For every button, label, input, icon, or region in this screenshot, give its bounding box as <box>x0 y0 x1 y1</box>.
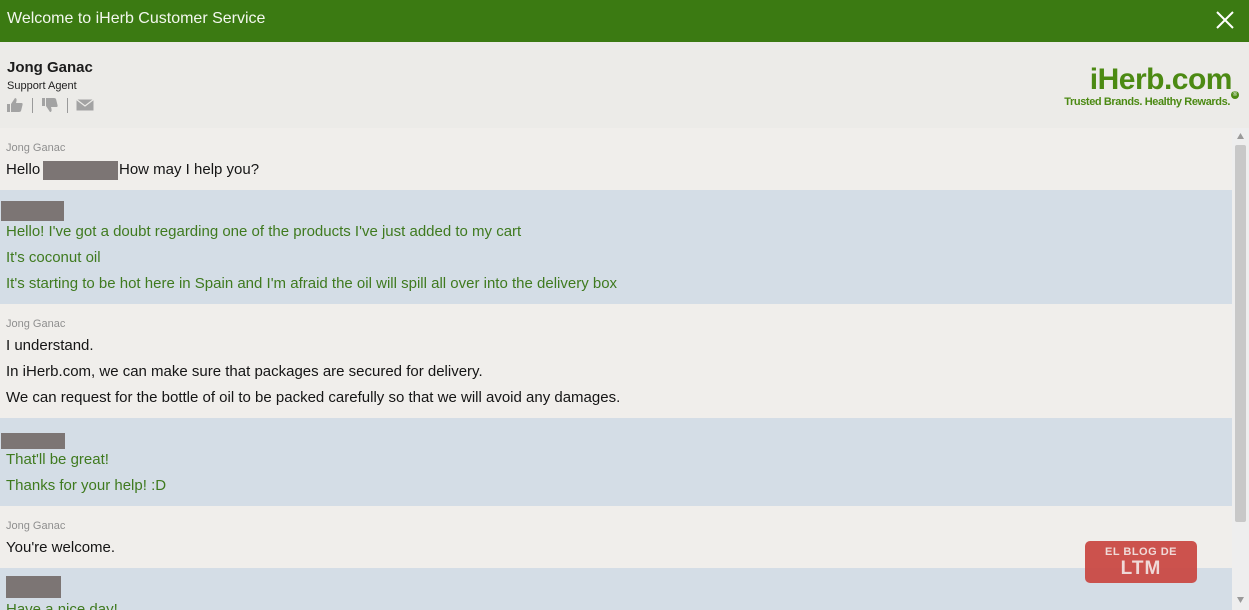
title-bar: Welcome to iHerb Customer Service <box>0 0 1249 42</box>
blog-watermark: EL BLOG DE LTM <box>1085 541 1197 583</box>
message-line: How may I help you? <box>119 161 260 178</box>
watermark-line1: EL BLOG DE <box>1104 546 1178 558</box>
message-line: Have a nice day! <box>6 601 118 610</box>
message-line: In iHerb.com, we can make sure that pack… <box>6 363 483 380</box>
divider <box>67 97 68 113</box>
redacted-sender <box>6 576 61 598</box>
sender-name: Jong Ganac <box>6 142 66 154</box>
registered-mark: ® <box>1231 91 1239 99</box>
agent-role: Support Agent <box>7 80 77 92</box>
logo-tagline: Trusted Brands. Healthy Rewards. <box>1064 96 1230 108</box>
redacted-name <box>43 161 118 180</box>
message-line: We can request for the bottle of oil to … <box>6 389 621 406</box>
chat-scrollbar[interactable] <box>1232 128 1249 610</box>
thumbs-down-icon[interactable] <box>41 97 59 113</box>
message-line: Hello <box>6 161 41 178</box>
scrollbar-thumb[interactable] <box>1235 145 1246 522</box>
close-icon[interactable] <box>1213 8 1237 32</box>
sender-name: Jong Ganac <box>6 318 66 330</box>
message-line: It's coconut oil <box>6 249 101 266</box>
agent-message: Jong Ganac You're welcome. <box>0 506 1232 568</box>
thumbs-up-icon[interactable] <box>6 97 24 113</box>
message-line: Hello! I've got a doubt regarding one of… <box>6 223 522 240</box>
agent-message: Jong Ganac I understand. In iHerb.com, w… <box>0 304 1232 418</box>
agent-name: Jong Ganac <box>7 59 93 76</box>
agent-header: Jong Ganac Support Agent iHerb.com ® Tru… <box>0 42 1249 128</box>
message-line: It's starting to be hot here in Spain an… <box>6 275 618 292</box>
message-line: I understand. <box>6 337 94 354</box>
customer-message: Hello! I've got a doubt regarding one of… <box>0 190 1232 304</box>
scroll-down-arrow-icon[interactable] <box>1236 596 1245 604</box>
redacted-sender <box>1 201 64 221</box>
window-title: Welcome to iHerb Customer Service <box>7 10 266 27</box>
sender-name: Jong Ganac <box>6 520 66 532</box>
agent-message: Jong Ganac Hello How may I help you? <box>0 128 1232 190</box>
message-line: That'll be great! <box>6 451 109 468</box>
customer-message: That'll be great! Thanks for your help! … <box>0 418 1232 506</box>
agent-rating-actions <box>6 97 94 113</box>
watermark-line2: LTM <box>1120 558 1162 579</box>
scroll-up-arrow-icon[interactable] <box>1236 132 1245 140</box>
customer-message: Have a nice day! <box>0 568 1232 610</box>
iherb-logo: iHerb.com ® Trusted Brands. Healthy Rewa… <box>1064 63 1239 108</box>
chat-transcript: Jong Ganac Hello How may I help you? Hel… <box>0 128 1232 610</box>
logo-wordmark: iHerb.com <box>1089 63 1233 96</box>
redacted-sender <box>1 433 65 449</box>
message-line: You're welcome. <box>6 539 116 556</box>
email-icon[interactable] <box>76 97 94 113</box>
message-line: Thanks for your help! :D <box>6 477 167 494</box>
divider <box>32 97 33 113</box>
